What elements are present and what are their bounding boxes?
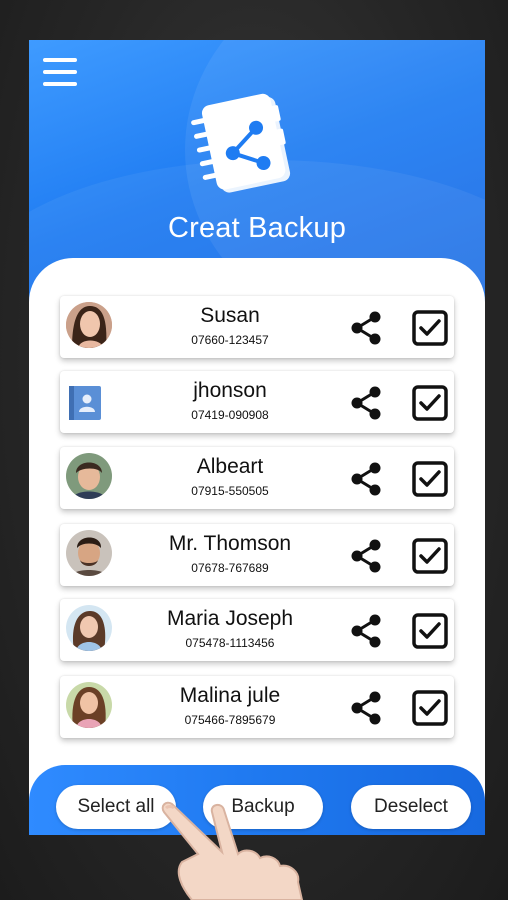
hamburger-menu-icon[interactable] xyxy=(43,58,77,90)
contact-row-mr-thomson[interactable]: Mr. Thomson 07678-767689 xyxy=(60,524,454,586)
contact-row-albeart[interactable]: Albeart 07915-550505 xyxy=(60,447,454,509)
contact-phone: 07915-550505 xyxy=(191,484,269,498)
contact-row-malina-jule[interactable]: Malina jule 075466-7895679 xyxy=(60,676,454,738)
checkbox-checked-icon[interactable] xyxy=(412,538,448,574)
contact-name: Malina jule xyxy=(179,684,281,707)
avatar xyxy=(66,302,112,348)
share-icon[interactable] xyxy=(349,613,383,649)
contact-name: Maria Joseph xyxy=(166,607,294,630)
contact-name: jhonson xyxy=(193,379,267,402)
checkbox-checked-icon[interactable] xyxy=(412,613,448,649)
share-icon[interactable] xyxy=(349,690,383,726)
contact-phone: 075478-1113456 xyxy=(185,636,275,650)
contact-row-jhonson[interactable]: jhonson 07419-090908 xyxy=(60,371,454,433)
share-icon[interactable] xyxy=(349,310,383,346)
checkbox-checked-icon[interactable] xyxy=(412,461,448,497)
contact-name: Mr. Thomson xyxy=(168,532,292,555)
page-title: Creat Backup xyxy=(167,212,347,244)
deselect-button[interactable]: Deselect xyxy=(351,785,471,829)
avatar xyxy=(66,453,112,499)
checkbox-checked-icon[interactable] xyxy=(412,310,448,346)
checkbox-checked-icon[interactable] xyxy=(412,690,448,726)
contact-book-share-icon xyxy=(191,93,291,193)
avatar xyxy=(66,530,112,576)
share-icon[interactable] xyxy=(349,461,383,497)
contacts-panel: Susan 07660-123457 jhonson 07419-090908 … xyxy=(29,258,485,835)
avatar xyxy=(66,605,112,651)
contact-name: Albeart xyxy=(196,455,264,478)
contact-book-icon xyxy=(69,386,101,420)
contact-phone: 075466-7895679 xyxy=(184,713,276,727)
contact-phone: 07678-767689 xyxy=(191,561,269,575)
share-icon[interactable] xyxy=(349,538,383,574)
phone-screen: Creat Backup Susan 07660-123457 jhonson … xyxy=(29,40,485,835)
pointing-hand-icon xyxy=(161,801,304,900)
contact-phone: 07419-090908 xyxy=(191,408,269,422)
contact-row-susan[interactable]: Susan 07660-123457 xyxy=(60,296,454,358)
avatar xyxy=(66,682,112,728)
contact-name: Susan xyxy=(200,304,260,327)
share-icon[interactable] xyxy=(349,385,383,421)
contact-phone: 07660-123457 xyxy=(191,333,269,347)
contact-row-maria-joseph[interactable]: Maria Joseph 075478-1113456 xyxy=(60,599,454,661)
checkbox-checked-icon[interactable] xyxy=(412,385,448,421)
